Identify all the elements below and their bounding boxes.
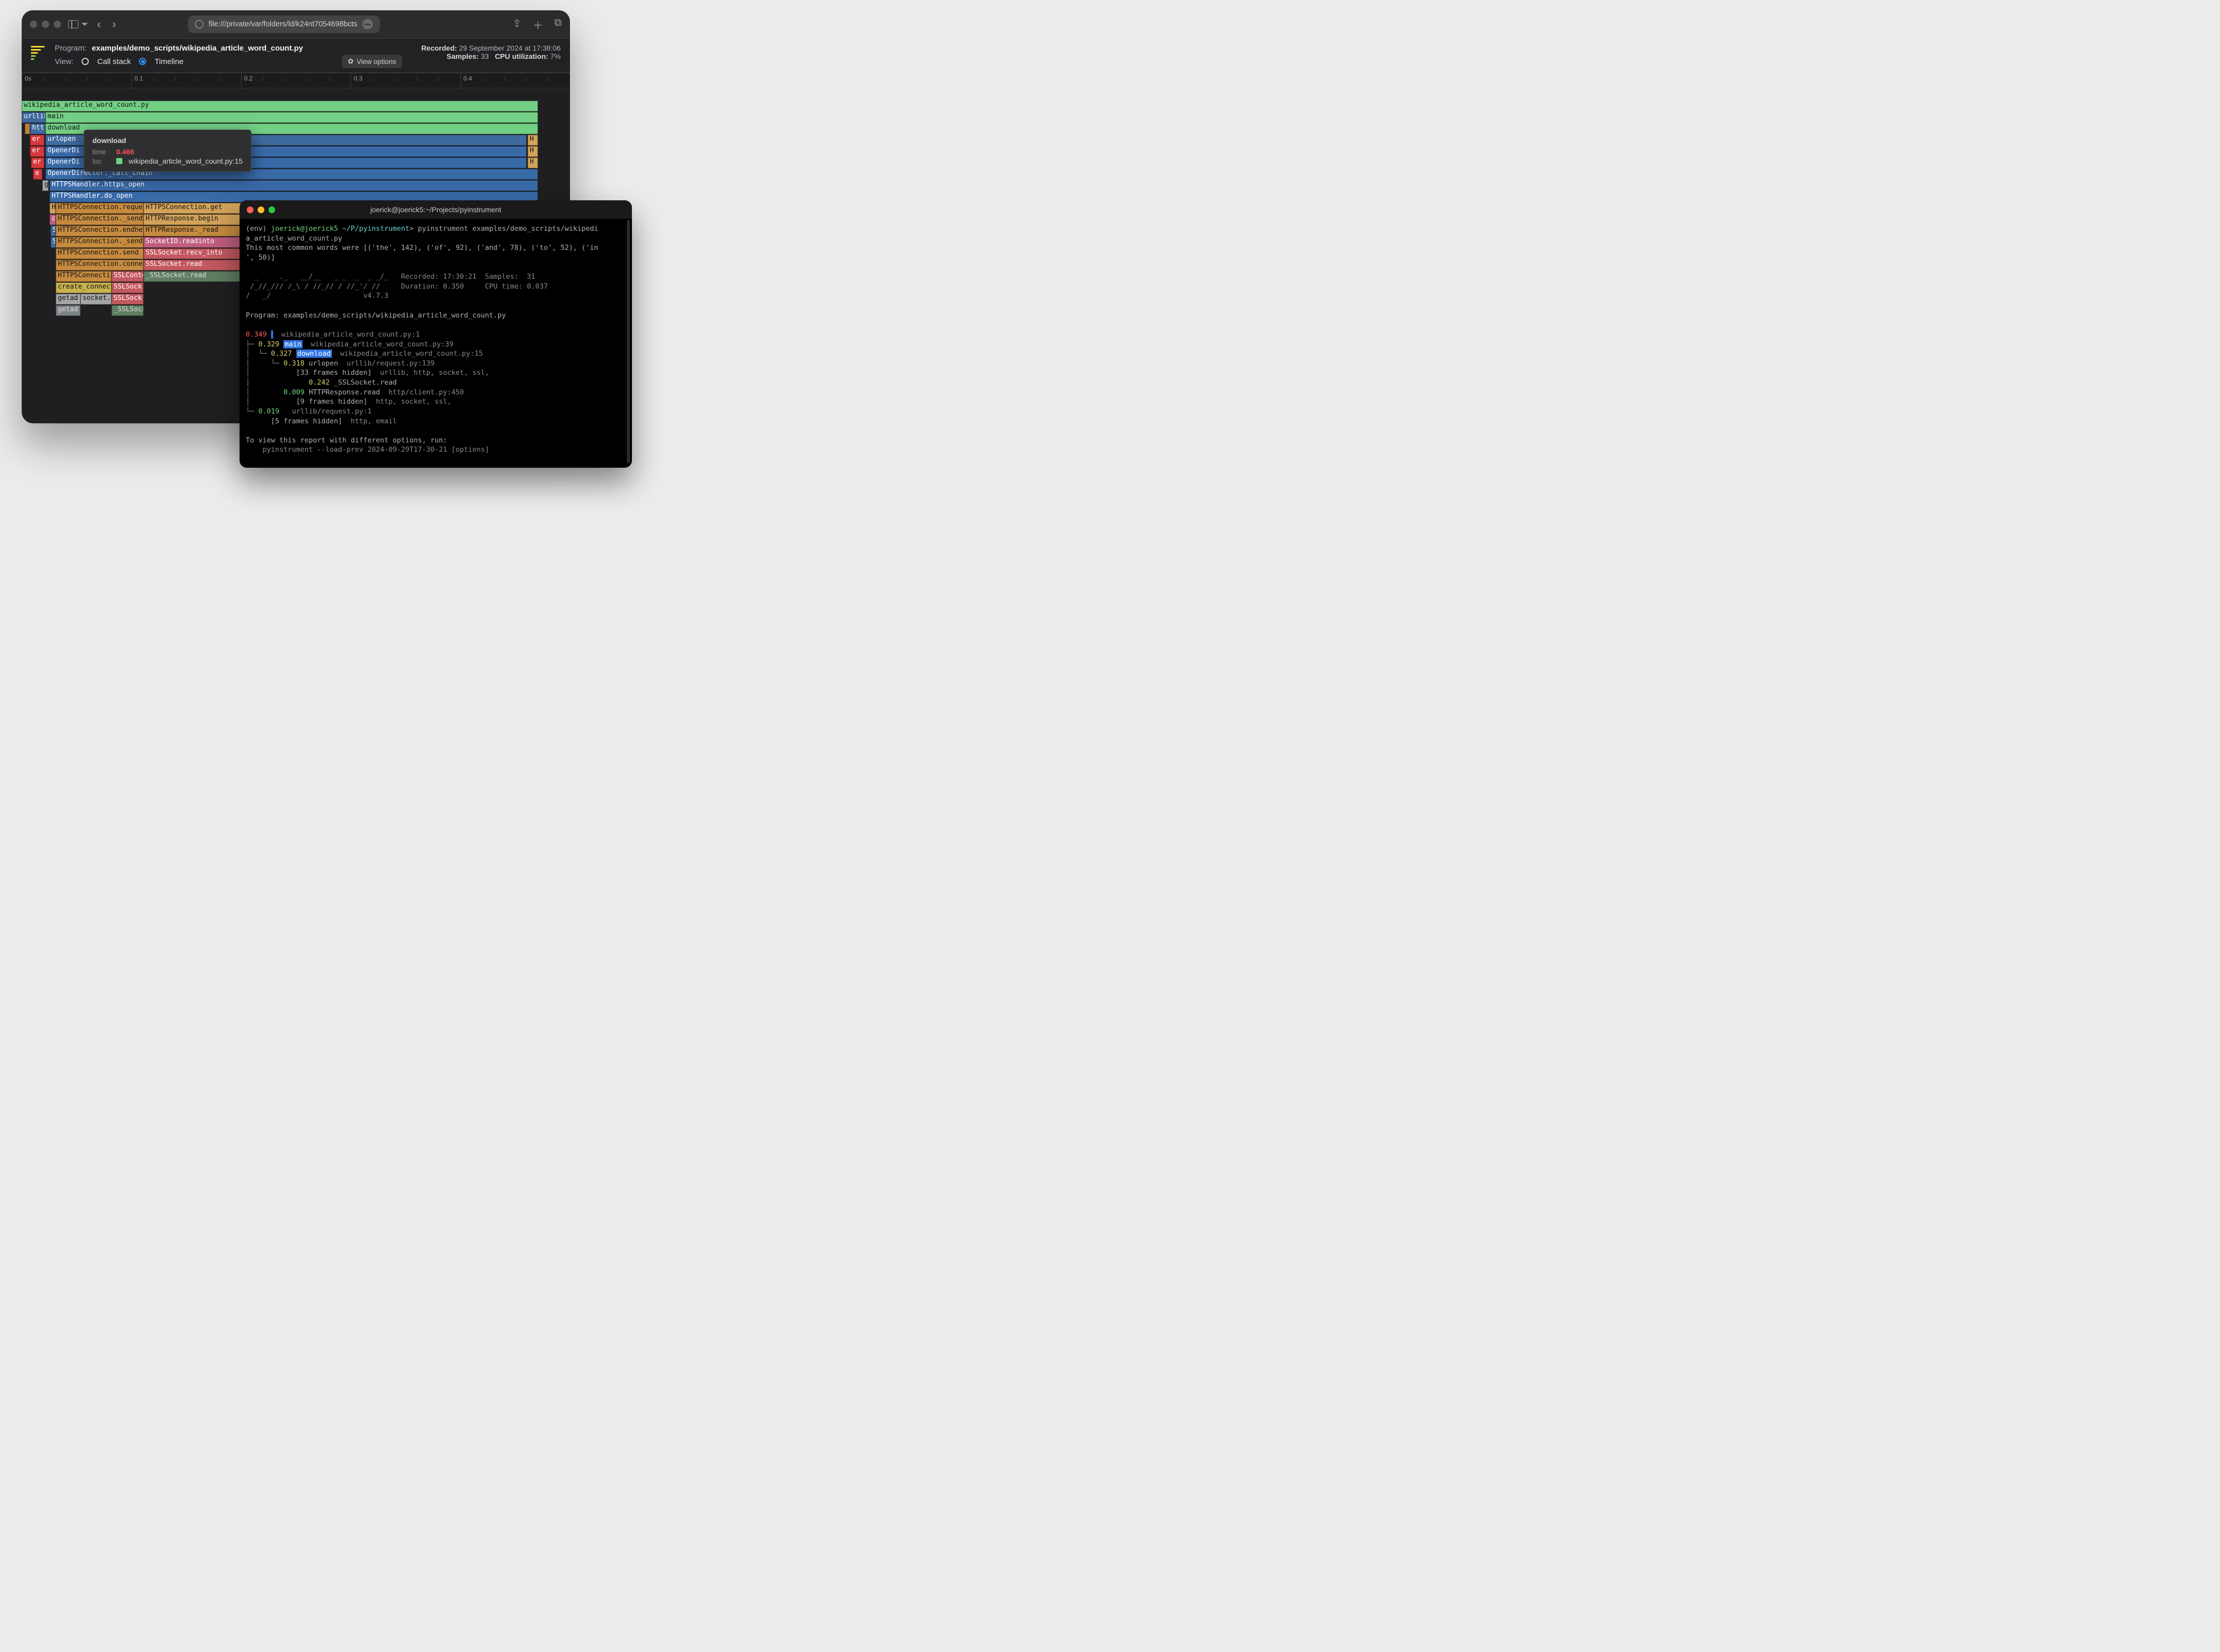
globe-icon bbox=[195, 20, 203, 28]
view-options-button[interactable]: ✿ View options bbox=[342, 55, 403, 68]
program-label: Program: bbox=[55, 44, 87, 53]
flame-frame[interactable]: getad bbox=[56, 305, 81, 316]
flame-frame[interactable]: _SSLSock bbox=[112, 305, 144, 316]
flame-frame[interactable]: H bbox=[528, 157, 538, 168]
pyinstrument-logo-icon bbox=[31, 46, 45, 60]
flame-frame[interactable]: e bbox=[33, 169, 42, 180]
flame-frame[interactable]: er bbox=[30, 135, 44, 146]
scrollbar[interactable] bbox=[627, 220, 630, 464]
window-controls[interactable] bbox=[30, 21, 61, 28]
ruler-tick: 0.3 bbox=[351, 75, 362, 82]
ruler-tick: 0.4 bbox=[461, 75, 472, 82]
flame-frame[interactable]: HTTPSConnection.send bbox=[56, 248, 144, 259]
url-text: file:///private/var/folders/ld/k24nt7054… bbox=[209, 20, 357, 28]
flame-frame[interactable] bbox=[25, 123, 30, 134]
gear-icon: ✿ bbox=[348, 57, 354, 66]
flame-frame[interactable]: g bbox=[42, 180, 49, 191]
zoom-icon[interactable] bbox=[54, 21, 61, 28]
url-bar[interactable]: file:///private/var/folders/ld/k24nt7054… bbox=[188, 15, 380, 33]
flame-frame[interactable]: S bbox=[51, 226, 56, 236]
radio-callstack[interactable] bbox=[82, 58, 89, 65]
view-label: View: bbox=[55, 57, 73, 66]
close-icon[interactable] bbox=[30, 21, 37, 28]
flame-frame[interactable]: wikipedia_article_word_count.py bbox=[22, 101, 538, 112]
terminal-body[interactable]: (env) joerick@joerick5 ~/P/pyinstrument>… bbox=[240, 219, 632, 468]
browser-toolbar: ‹ › file:///private/var/folders/ld/k24nt… bbox=[22, 10, 570, 38]
sidebar-toggle[interactable] bbox=[68, 20, 88, 29]
new-tab-icon[interactable]: ＋ bbox=[533, 17, 543, 32]
tabs-icon[interactable]: ⧉ bbox=[554, 17, 562, 32]
tooltip-loc: wikipedia_article_word_count.py:15 bbox=[129, 157, 243, 165]
terminal-titlebar: joerick@joerick5:~/Projects/pyinstrument bbox=[240, 200, 632, 219]
terminal-window: joerick@joerick5:~/Projects/pyinstrument… bbox=[240, 200, 632, 468]
time-ruler: 0s0.10.20.30.40. bbox=[22, 73, 570, 88]
forward-button[interactable]: › bbox=[110, 18, 118, 31]
share-icon[interactable]: ⇪ bbox=[513, 17, 521, 32]
flame-frame[interactable]: HTTPSConnection.endhe bbox=[56, 226, 144, 236]
program-value: examples/demo_scripts/wikipedia_article_… bbox=[92, 44, 303, 53]
flame-frame[interactable]: HTTPSConnecti bbox=[56, 271, 112, 282]
ruler-tick: 0.2 bbox=[241, 75, 253, 82]
flame-frame[interactable]: socket.co bbox=[81, 294, 112, 305]
flame-frame[interactable]: SSLConte bbox=[112, 271, 144, 282]
flame-frame[interactable]: H bbox=[528, 135, 538, 146]
flame-frame[interactable]: SSLSock bbox=[112, 294, 144, 305]
flame-frame[interactable]: SSLSock bbox=[112, 282, 144, 293]
flame-frame[interactable]: main bbox=[45, 112, 538, 123]
flame-frame[interactable]: create_connect bbox=[56, 282, 112, 293]
flame-frame[interactable]: HTTPSConnection.reques bbox=[56, 203, 144, 214]
back-button[interactable]: ‹ bbox=[95, 18, 103, 31]
flame-frame[interactable]: HTTPSHandler.https_open bbox=[50, 180, 538, 191]
ruler-tick: 0s bbox=[22, 75, 31, 82]
minimize-icon[interactable] bbox=[42, 21, 49, 28]
flame-frame[interactable]: HTTPSConnection.conne bbox=[56, 260, 144, 271]
flame-frame[interactable]: er bbox=[30, 146, 44, 157]
recording-meta: Recorded: 29 September 2024 at 17:38:06 … bbox=[421, 44, 561, 60]
sidebar-icon bbox=[68, 20, 78, 28]
truncation-icon: ••• bbox=[362, 19, 373, 29]
radio-timeline[interactable] bbox=[139, 58, 146, 65]
flame-frame[interactable]: c bbox=[50, 214, 56, 225]
flame-frame[interactable]: H bbox=[50, 203, 56, 214]
flame-frame[interactable]: H bbox=[528, 146, 538, 157]
toolbar-actions: ⇪ ＋ ⧉ bbox=[513, 17, 562, 32]
profiler-header: Program: examples/demo_scripts/wikipedia… bbox=[22, 38, 570, 73]
radio-timeline-label[interactable]: Timeline bbox=[154, 57, 183, 66]
tooltip-title: download bbox=[92, 136, 243, 145]
flame-frame[interactable]: HTTPSConnection._send bbox=[56, 214, 144, 225]
flame-frame[interactable]: htt bbox=[30, 123, 45, 134]
chevron-down-icon bbox=[82, 23, 88, 29]
flame-frame[interactable]: S bbox=[51, 237, 56, 248]
tooltip-time: 0.466 bbox=[116, 148, 134, 156]
frame-tooltip: download time0.466 locwikipedia_article_… bbox=[84, 130, 251, 172]
flame-frame[interactable]: er bbox=[31, 157, 44, 168]
tooltip-swatch bbox=[116, 158, 122, 164]
ruler-tick: 0.1 bbox=[131, 75, 143, 82]
terminal-title: joerick@joerick5:~/Projects/pyinstrument bbox=[240, 205, 632, 214]
flame-frame[interactable]: HTTPSConnection._send_ bbox=[56, 237, 144, 248]
flame-frame[interactable]: getad bbox=[56, 294, 81, 305]
flame-frame[interactable]: urllib bbox=[22, 112, 45, 123]
radio-callstack-label[interactable]: Call stack bbox=[97, 57, 131, 66]
